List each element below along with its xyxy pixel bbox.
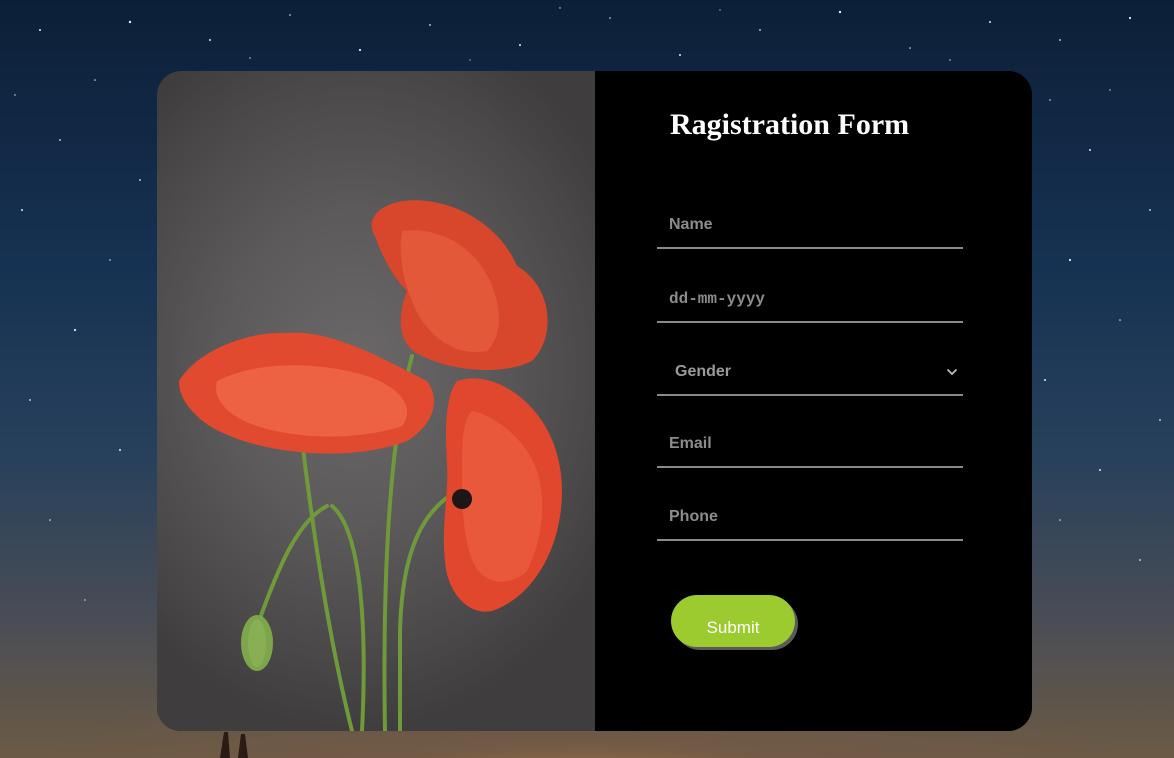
gender-selected-value: Gender <box>675 363 732 380</box>
dob-field <box>657 277 963 323</box>
registration-card: Ragistration Form Gender Submit <box>157 71 1032 731</box>
phone-input[interactable] <box>657 495 963 539</box>
form-panel: Ragistration Form Gender Submit <box>595 71 1032 731</box>
email-field <box>657 422 963 468</box>
chevron-down-icon <box>947 369 957 375</box>
submit-button[interactable]: Submit <box>671 595 795 647</box>
phone-field <box>657 495 963 541</box>
gender-select[interactable]: Gender <box>657 350 963 394</box>
gender-field: Gender <box>657 350 963 396</box>
name-field <box>657 203 963 249</box>
date-of-birth-input[interactable] <box>657 277 963 321</box>
poppy-photo <box>157 71 595 731</box>
silhouette-figure <box>220 732 248 758</box>
form-title: Ragistration Form <box>670 108 910 141</box>
email-input[interactable] <box>657 422 963 466</box>
name-input[interactable] <box>657 203 963 247</box>
